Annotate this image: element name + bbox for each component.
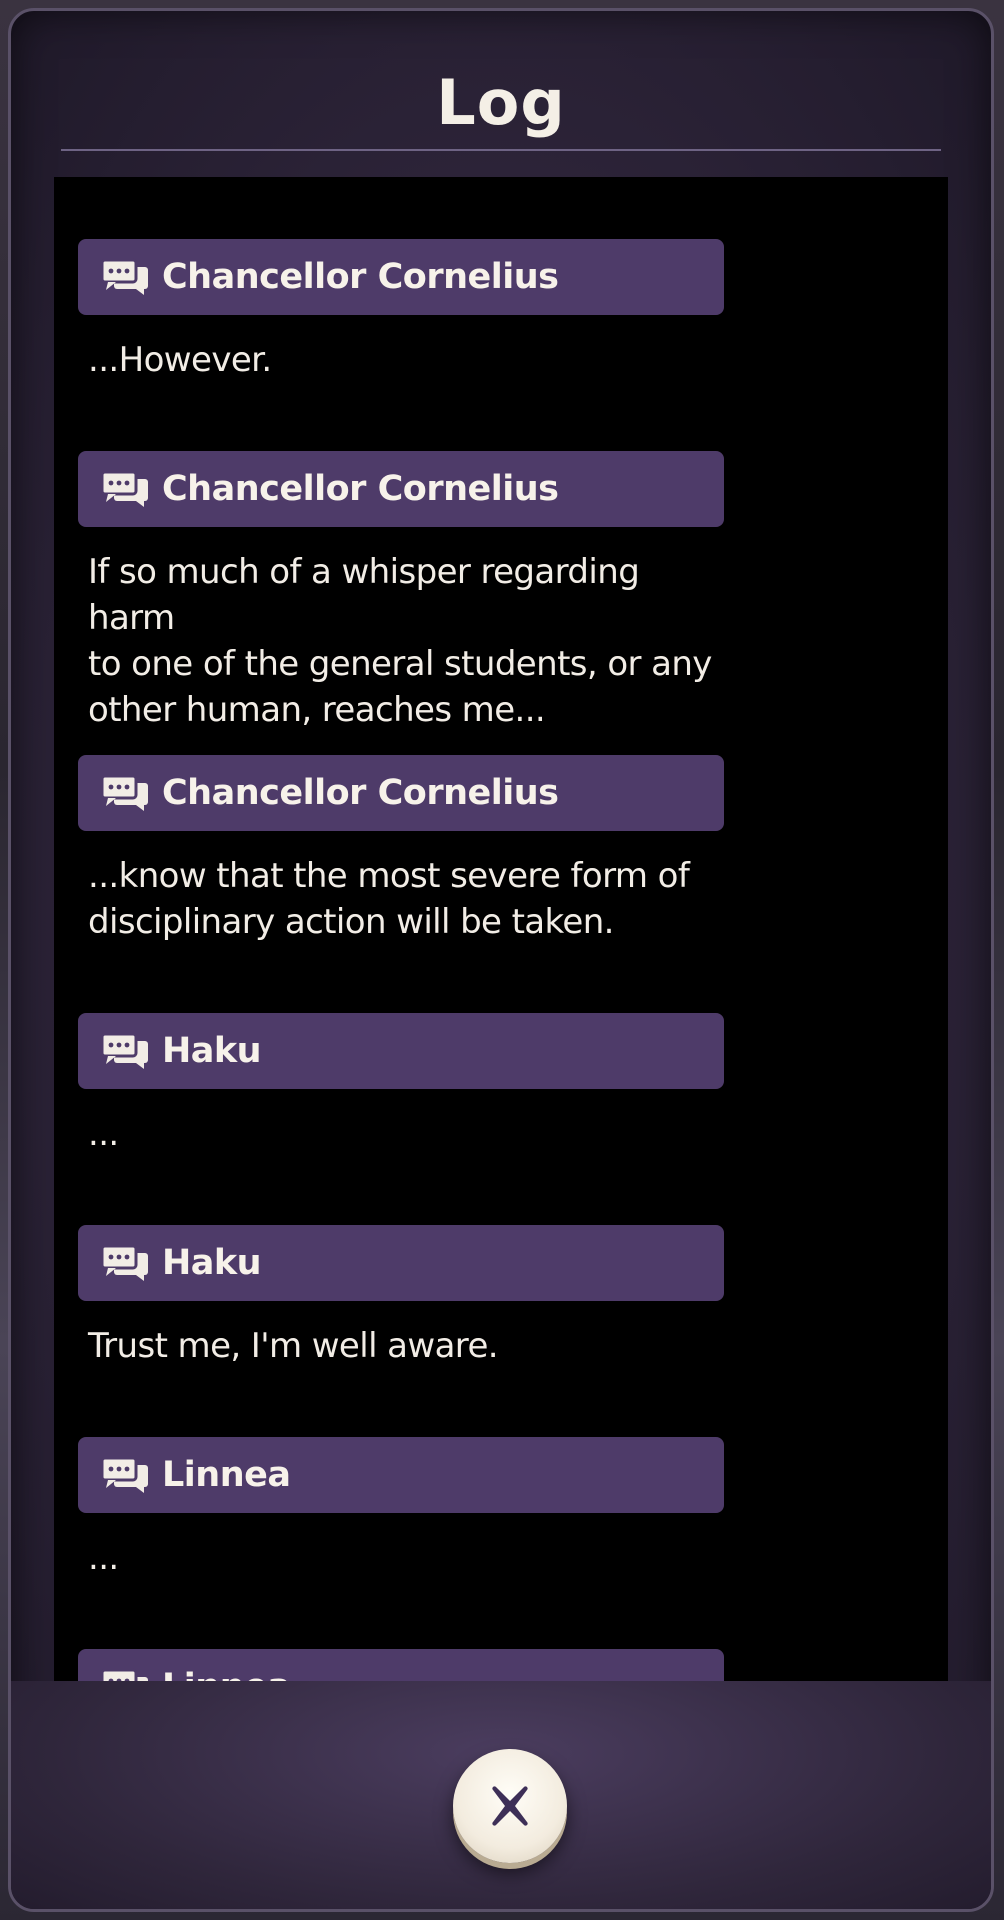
log-entry: Haku Trust me, I'm well aware.	[78, 1225, 724, 1369]
speaker-name-bar: Chancellor Cornelius	[78, 451, 724, 527]
log-entry: Chancellor Cornelius If so much of a whi…	[78, 451, 724, 733]
dialogue-text: ...know that the most severe form of dis…	[88, 856, 690, 942]
speech-bubbles-icon	[100, 1668, 148, 1681]
speaker-name-bar: Linnea	[78, 1437, 724, 1513]
speech-bubbles-icon	[100, 1244, 148, 1281]
log-entry: Haku ...	[78, 1013, 724, 1157]
speaker-name: Haku	[162, 1243, 262, 1283]
speaker-name: Chancellor Cornelius	[162, 773, 559, 813]
speech-bubbles-icon	[100, 258, 148, 295]
dialogue-text: If so much of a whisper regarding harm t…	[88, 552, 712, 730]
speaker-name: Chancellor Cornelius	[162, 257, 559, 297]
log-entry: Linnea	[78, 1649, 724, 1681]
speaker-name-bar: Haku	[78, 1013, 724, 1089]
dialogue-text: ...	[88, 1538, 119, 1578]
log-entry: Chancellor Cornelius ...know that the mo…	[78, 755, 724, 945]
speech-bubbles-icon	[100, 1032, 148, 1069]
title-divider	[61, 149, 941, 151]
speaker-name: Haku	[162, 1031, 262, 1071]
log-scroll-area[interactable]: Chancellor Cornelius ...However. Chancel…	[54, 177, 948, 1681]
speaker-name: Chancellor Cornelius	[162, 469, 559, 509]
speaker-name-bar: Chancellor Cornelius	[78, 755, 724, 831]
log-entry: Chancellor Cornelius ...However.	[78, 239, 724, 383]
speaker-name-bar: Chancellor Cornelius	[78, 239, 724, 315]
log-title: Log	[436, 66, 566, 139]
dialogue-text: Trust me, I'm well aware.	[88, 1326, 499, 1366]
dialogue-text: ...However.	[88, 340, 272, 380]
speech-bubbles-icon	[100, 1456, 148, 1493]
speaker-name: Linnea	[162, 1455, 291, 1495]
speaker-name-bar: Linnea	[78, 1649, 724, 1681]
log-panel: Log Chancellor Cornelius ...However. Cha…	[8, 8, 994, 1912]
speech-bubbles-icon	[100, 774, 148, 811]
close-icon	[492, 1786, 528, 1826]
speaker-name-bar: Haku	[78, 1225, 724, 1301]
log-entry: Linnea ...	[78, 1437, 724, 1581]
close-button[interactable]	[453, 1749, 567, 1863]
speaker-name: Linnea	[162, 1667, 291, 1681]
speech-bubbles-icon	[100, 470, 148, 507]
dialogue-text: ...	[88, 1114, 119, 1154]
